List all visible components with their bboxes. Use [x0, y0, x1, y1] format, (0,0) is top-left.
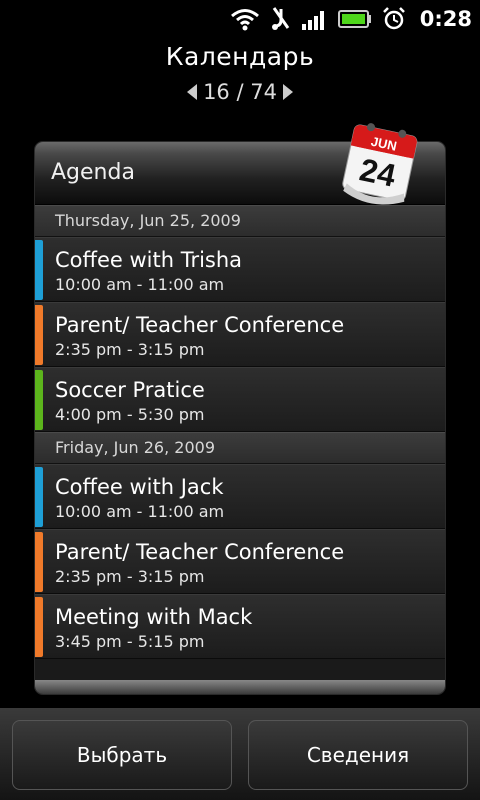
alarm-icon [382, 7, 406, 31]
battery-icon [337, 9, 372, 29]
event-color-bar [35, 305, 43, 365]
pager-count: 16 / 74 [203, 80, 277, 104]
event-row[interactable]: Coffee with Trisha 10:00 am - 11:00 am [35, 237, 445, 302]
event-time: 3:45 pm - 5:15 pm [55, 632, 205, 651]
event-row[interactable]: Soccer Pratice 4:00 pm - 5:30 pm [35, 367, 445, 432]
agenda-widget[interactable]: Agenda Thursday, Jun 25, 2009 Coffee wit… [35, 142, 445, 694]
event-title: Coffee with Jack [55, 475, 224, 499]
calendar-icon-day: 24 [357, 151, 399, 194]
event-color-bar [35, 532, 43, 592]
event-row[interactable]: Parent/ Teacher Conference 2:35 pm - 3:1… [35, 529, 445, 594]
event-time: 10:00 am - 11:00 am [55, 275, 225, 294]
select-button[interactable]: Выбрать [12, 720, 232, 790]
event-row[interactable]: Parent/ Teacher Conference 2:35 pm - 3:1… [35, 302, 445, 367]
event-color-bar [35, 467, 43, 527]
wifi-icon [230, 7, 260, 31]
page-title: Календарь [165, 42, 315, 71]
widget-title: Agenda [51, 160, 135, 185]
status-clock: 0:28 [419, 7, 472, 31]
widget-footer [35, 680, 445, 694]
event-color-bar [35, 370, 43, 430]
usb-debug-icon [270, 6, 292, 32]
event-time: 10:00 am - 11:00 am [55, 502, 225, 521]
event-time: 2:35 pm - 3:15 pm [55, 340, 205, 359]
event-row[interactable]: Coffee with Jack 10:00 am - 11:00 am [35, 464, 445, 529]
event-color-bar [35, 597, 43, 657]
event-title: Soccer Pratice [55, 378, 205, 402]
event-row[interactable]: Meeting with Mack 3:45 pm - 5:15 pm [35, 594, 445, 659]
widget-pager: 16 / 74 [0, 80, 480, 104]
pager-prev-icon[interactable] [187, 84, 198, 100]
signal-icon [301, 8, 328, 30]
status-bar: 0:28 [0, 0, 480, 38]
event-title: Parent/ Teacher Conference [55, 313, 345, 337]
event-title: Meeting with Mack [55, 605, 253, 629]
event-time: 4:00 pm - 5:30 pm [55, 405, 205, 424]
event-time: 2:35 pm - 3:15 pm [55, 567, 205, 586]
event-title: Coffee with Trisha [55, 248, 243, 272]
details-button[interactable]: Сведения [248, 720, 468, 790]
calendar-icon: JUN 24 [338, 116, 424, 208]
pager-next-icon[interactable] [282, 84, 293, 100]
event-title: Parent/ Teacher Conference [55, 540, 345, 564]
date-header: Thursday, Jun 25, 2009 [35, 205, 445, 237]
event-color-bar [35, 240, 43, 300]
date-header: Friday, Jun 26, 2009 [35, 432, 445, 464]
